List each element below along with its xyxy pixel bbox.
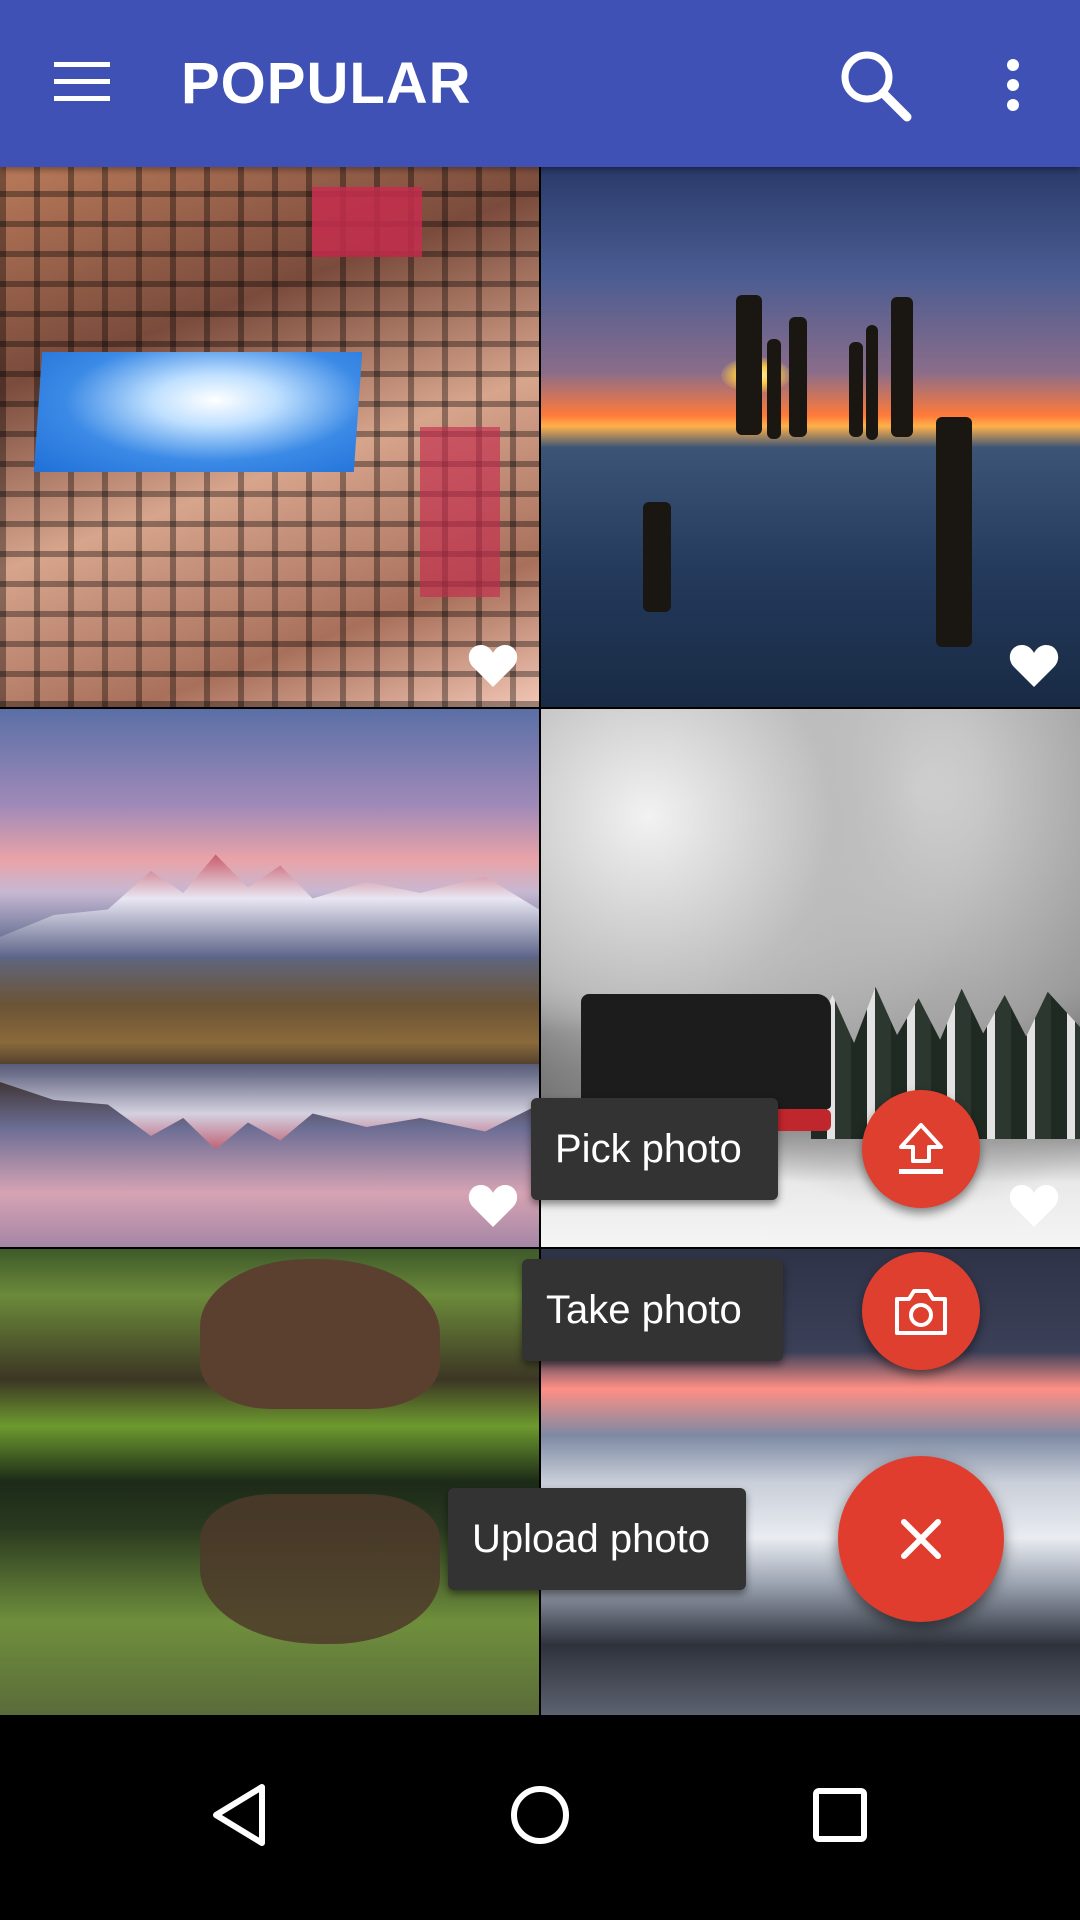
upload-photo-label[interactable]: Upload photo — [448, 1488, 746, 1590]
recents-icon[interactable] — [800, 1775, 880, 1855]
more-vert-icon[interactable] — [993, 55, 1033, 115]
photo-sky-area — [33, 352, 363, 472]
system-nav-bar — [0, 1715, 1080, 1920]
photo-tile-mountains[interactable] — [0, 709, 539, 1247]
photo-train — [581, 994, 831, 1109]
photo-tile-courtyard[interactable] — [0, 167, 539, 707]
pick-photo-button[interactable] — [862, 1090, 980, 1208]
heart-icon[interactable] — [1008, 1181, 1060, 1229]
photo-detail — [891, 297, 913, 437]
upload-fab-close-button[interactable] — [838, 1456, 1004, 1622]
close-icon — [901, 1519, 941, 1559]
photo-tile-bear[interactable] — [0, 1249, 539, 1715]
photo-detail — [789, 317, 807, 437]
heart-icon[interactable] — [1008, 641, 1060, 689]
photo-detail — [936, 417, 972, 647]
photo-detail — [420, 427, 500, 597]
heart-icon[interactable] — [467, 641, 519, 689]
photo-detail — [312, 187, 422, 257]
photo-detail — [849, 342, 863, 437]
home-icon[interactable] — [500, 1775, 580, 1855]
take-photo-button[interactable] — [862, 1252, 980, 1370]
search-icon[interactable] — [835, 45, 915, 125]
app-bar: POPULAR — [0, 0, 1080, 167]
upload-icon — [899, 1123, 943, 1174]
back-icon[interactable] — [200, 1775, 280, 1855]
pick-photo-label[interactable]: Pick photo — [531, 1098, 778, 1200]
take-photo-label[interactable]: Take photo — [522, 1259, 783, 1361]
camera-icon — [895, 1289, 947, 1335]
photo-bear-reflection — [200, 1494, 440, 1644]
heart-icon[interactable] — [467, 1181, 519, 1229]
photo-mountains — [0, 854, 539, 959]
photo-tile-sunset-posts[interactable] — [541, 167, 1080, 707]
page-title: POPULAR — [181, 51, 472, 116]
photo-mountains-reflection — [0, 1064, 539, 1150]
photo-detail — [643, 502, 671, 612]
photo-detail — [736, 295, 762, 435]
photo-detail — [767, 339, 781, 439]
menu-icon[interactable] — [52, 60, 112, 104]
photo-bear — [200, 1259, 440, 1409]
photo-detail — [866, 325, 878, 440]
